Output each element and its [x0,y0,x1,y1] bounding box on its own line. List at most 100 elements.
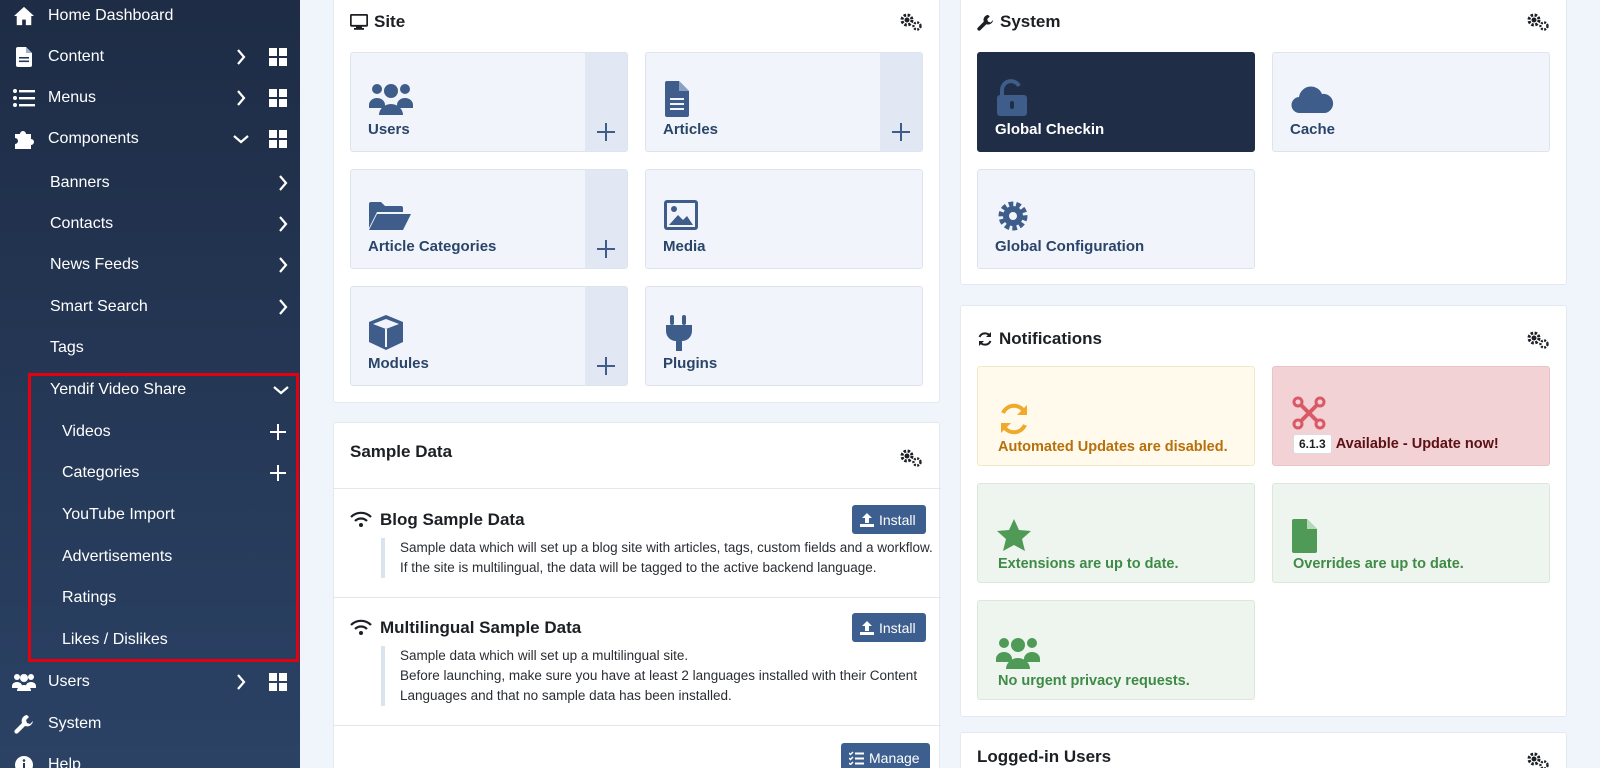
tile-label: Modules [368,355,429,372]
add-category-button[interactable] [585,170,627,268]
options-gear-icon[interactable] [1526,330,1550,350]
options-gear-icon[interactable] [899,12,923,32]
sidebar-item-label: News Feeds [50,255,139,273]
users-icon [996,638,1040,669]
tile-label: Users [368,121,410,138]
add-article-button[interactable] [880,53,922,151]
wrench-icon [12,712,36,736]
sidebar-item-banners[interactable]: Banners [0,162,300,203]
joomla-icon [1292,396,1326,430]
tile-users[interactable]: Users [350,52,628,152]
chevron-right-icon[interactable] [274,256,292,274]
chevron-right-icon[interactable] [232,673,250,691]
tile-label: No urgent privacy requests. [998,673,1190,689]
file-icon [12,45,36,69]
card-title: Sample Data [350,442,453,461]
install-multilingual-button[interactable]: Install [852,613,926,642]
sidebar-item-content[interactable]: Content [0,36,300,77]
tile-privacy[interactable]: No urgent privacy requests. [977,600,1255,700]
button-label: Manage [869,749,920,766]
card-header: Sample Data [350,427,452,477]
tile-extensions[interactable]: Extensions are up to date. [977,483,1255,583]
logged-in-users-card: Logged-in Users [960,732,1567,768]
tile-modules[interactable]: Modules [350,286,628,386]
card-title: Logged-in Users [977,747,1112,766]
chevron-right-icon[interactable] [274,215,292,233]
sidebar-item-help[interactable]: Help [0,744,300,768]
version-badge: 6.1.3 [1293,434,1332,454]
upload-icon [860,620,874,635]
sidebar-item-smart-search[interactable]: Smart Search [0,286,300,327]
sample-title: Multilingual Sample Data [380,618,582,637]
chevron-right-icon[interactable] [274,174,292,192]
sidebar-item-contacts[interactable]: Contacts [0,203,300,244]
options-gear-icon[interactable] [899,448,923,468]
notifications-card: Notifications Automated Updates are disa… [960,305,1567,717]
sidebar-item-users[interactable]: Users [0,661,300,702]
sidebar-item-label: Components [48,129,139,147]
sidebar-item-label: Smart Search [50,297,148,315]
card-header: Notifications [977,308,1102,370]
tile-cache[interactable]: Cache [1272,52,1550,152]
dashboard-grid-icon[interactable] [268,672,288,692]
tile-label: 6.1.3 Available - Update now! [1293,434,1499,454]
highlight-box [28,373,299,662]
plus-icon [597,123,615,141]
tile-label: Global Checkin [995,121,1105,138]
dashboard-grid-icon[interactable] [268,129,288,149]
dashboard-grid-icon[interactable] [268,88,288,108]
tile-plugins[interactable]: Plugins [645,286,923,386]
sample-description: Sample data which will set up a blog sit… [381,538,933,578]
chevron-right-icon[interactable] [232,48,250,66]
tile-update-available[interactable]: 6.1.3 Available - Update now! [1272,366,1550,466]
tile-label: Automated Updates are disabled. [998,439,1228,455]
system-card: System Global Checkin Cache Global Confi… [960,0,1567,285]
list-icon [12,86,36,110]
tile-overrides[interactable]: Overrides are up to date. [1272,483,1550,583]
desktop-icon [350,14,368,30]
tile-automated-updates[interactable]: Automated Updates are disabled. [977,366,1255,466]
options-gear-icon[interactable] [1526,12,1550,32]
site-card: Site Users Articles Article Categories M… [333,0,940,403]
tile-label: Media [663,238,706,255]
folder-open-icon [369,202,411,230]
plus-icon [597,240,615,258]
image-icon [664,200,698,230]
manage-button[interactable]: Manage [841,743,930,768]
card-header: Logged-in Users [977,737,1111,768]
file-icon [1292,519,1317,553]
puzzle-icon [12,127,36,151]
tile-global-configuration[interactable]: Global Configuration [977,169,1255,269]
sidebar-item-tags[interactable]: Tags [0,327,300,368]
card-title: Site [374,12,406,31]
chevron-right-icon[interactable] [232,89,250,107]
tile-label: Articles [663,121,719,138]
sample-description: Sample data which will set up a multilin… [381,646,917,706]
desc-line: If the site is multilingual, the data wi… [400,560,877,575]
dashboard-grid-icon[interactable] [268,47,288,67]
tile-articles[interactable]: Articles [645,52,923,152]
upload-icon [860,512,874,527]
tile-media[interactable]: Media [645,169,923,269]
tile-label: Cache [1290,121,1336,138]
add-module-button[interactable] [585,287,627,385]
sidebar-item-menus[interactable]: Menus [0,77,300,118]
sidebar-item-news-feeds[interactable]: News Feeds [0,244,300,285]
unlock-icon [997,79,1027,116]
options-gear-icon[interactable] [1526,751,1550,768]
sidebar-item-system[interactable]: System [0,703,300,744]
sidebar-item-home[interactable]: Home Dashboard [0,0,300,36]
chevron-down-icon[interactable] [232,130,250,148]
sidebar-item-components[interactable]: Components [0,118,300,159]
list-check-icon [849,750,864,765]
card-title: Notifications [999,329,1102,348]
sidebar-item-label: Help [48,755,81,768]
chevron-right-icon[interactable] [274,298,292,316]
users-icon [369,84,413,115]
add-user-button[interactable] [585,53,627,151]
install-blog-button[interactable]: Install [852,505,926,534]
tile-global-checkin[interactable]: Global Checkin [977,52,1255,152]
button-label: Install [879,619,916,636]
sync-warning-icon [1001,403,1027,435]
tile-article-categories[interactable]: Article Categories [350,169,628,269]
